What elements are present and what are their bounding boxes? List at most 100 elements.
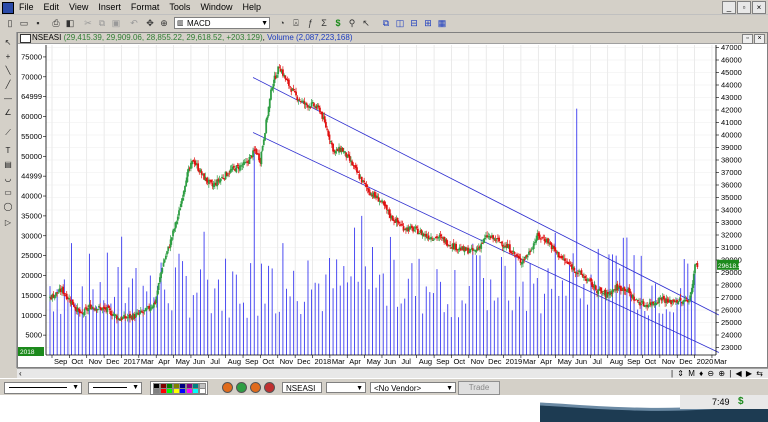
new-icon[interactable]: ▯ (4, 17, 16, 29)
volume-tick-label: 5000 (25, 331, 42, 340)
dollar-icon[interactable]: $ (332, 17, 344, 29)
pointer-tool-icon[interactable]: ↖ (3, 38, 13, 48)
undo-icon[interactable]: ↶ (128, 17, 140, 29)
color-swatch[interactable] (198, 388, 206, 394)
candle-body (594, 285, 597, 290)
menu-window[interactable]: Window (195, 0, 237, 14)
tile-vertical-icon[interactable]: ◫ (394, 17, 406, 29)
candle-body (692, 273, 695, 286)
candle-body (483, 237, 486, 239)
menu-insert[interactable]: Insert (93, 0, 126, 14)
text-tool-icon[interactable]: Τ (3, 146, 13, 156)
candle-body (624, 289, 627, 291)
help-pointer-icon[interactable]: ↖ (360, 17, 372, 29)
tile-horizontal-icon[interactable]: ⊟ (408, 17, 420, 29)
restore-icon[interactable]: ▫ (737, 1, 751, 14)
candle-body (227, 174, 229, 176)
find-icon[interactable]: ⚲ (346, 17, 358, 29)
price-tick-label: 39000 (721, 143, 742, 152)
menu-file[interactable]: File (14, 0, 39, 14)
color-palette[interactable] (150, 381, 208, 395)
line-width-select[interactable]: ▼ (88, 382, 142, 394)
indicator-select[interactable]: ▥ MACD ▼ (174, 17, 270, 29)
trendline-tool-icon[interactable]: ⟋ (3, 128, 13, 138)
candle-body (393, 220, 395, 222)
minimize-icon[interactable]: _ (722, 1, 736, 14)
chevron-down-icon: ▼ (72, 384, 79, 391)
candle-body (181, 198, 184, 201)
candle-body (635, 298, 638, 300)
zoom-icon[interactable]: ⊕ (158, 17, 170, 29)
pin-icon[interactable]: ⍓ (290, 17, 302, 29)
candle-body (364, 183, 367, 185)
crosshair-tool-icon[interactable]: + (3, 52, 13, 62)
arrow-tool-icon[interactable]: ▷ (3, 218, 13, 228)
candle-body (526, 256, 529, 258)
price-tick-label: 31000 (721, 243, 742, 252)
menu-help[interactable]: Help (237, 0, 266, 14)
symbol-value: NSEASI (286, 384, 316, 393)
open-icon[interactable]: ▭ (18, 17, 30, 29)
candle-body (512, 250, 515, 253)
ray-tool-icon[interactable]: ╱ (3, 80, 13, 90)
trade-button[interactable]: Trade (458, 381, 500, 395)
rectangle-tool-icon[interactable]: ▭ (3, 188, 13, 198)
candle-body (679, 298, 682, 301)
print-icon[interactable]: ⎙ (50, 17, 62, 29)
sigma-icon[interactable]: Σ (318, 17, 330, 29)
hline-tool-icon[interactable]: — (3, 94, 13, 104)
price-tick-label: 23000 (721, 343, 742, 352)
crosshair-icon[interactable]: ✥ (144, 17, 156, 29)
save-icon[interactable]: ▪ (32, 17, 44, 29)
print-preview-icon[interactable]: ◧ (64, 17, 76, 29)
volume-tag-label: 2018 (20, 349, 35, 356)
close-icon[interactable]: × (752, 1, 766, 14)
vendor-select[interactable]: <No Vendor> ▼ (370, 382, 456, 393)
arc-tool-icon[interactable]: ◡ (3, 174, 13, 184)
line-tool-icon[interactable]: ╲ (3, 66, 13, 76)
chart-window[interactable]: NSEASI (29,415.39, 29,909.06, 28,855.22,… (17, 32, 768, 368)
drawing-toolbar: ↖ + ╲ ╱ — ∠ ⟋ Τ ▤ ◡ ▭ ◯ ▷ (0, 32, 17, 368)
copy-icon[interactable]: ⧉ (96, 17, 108, 29)
color-circle-icon[interactable] (250, 382, 261, 393)
cascade-icon[interactable]: ▦ (436, 17, 448, 29)
candle-body (142, 312, 145, 314)
candle-body (57, 292, 60, 294)
chart-title: NSEASI (29,415.39, 29,909.06, 28,855.22,… (32, 33, 353, 42)
x-tick-label: Jul (592, 357, 602, 366)
paste-icon[interactable]: ▣ (110, 17, 122, 29)
clock-icon[interactable]: ◔ (276, 17, 288, 29)
symbol-field[interactable]: NSEASI (282, 382, 322, 393)
link-windows-icon[interactable]: ⧉ (380, 17, 392, 29)
scroll-left-icon[interactable]: ‹ (19, 369, 22, 378)
menu-format[interactable]: Format (126, 0, 165, 14)
grid-layout-icon[interactable]: ⊞ (422, 17, 434, 29)
price-tick-label: 43000 (721, 93, 742, 102)
period-select[interactable]: ▼ (326, 382, 366, 393)
candle-body (418, 232, 420, 235)
angle-tool-icon[interactable]: ∠ (3, 108, 13, 118)
price-chart[interactable]: Sep Oct Nov Dec 2017 Mar Apr May Jun Jul Aug Sep Oct… (18, 43, 767, 367)
color-circle-icon[interactable] (222, 382, 233, 393)
color-circle-icon[interactable] (264, 382, 275, 393)
ellipse-tool-icon[interactable]: ◯ (3, 202, 13, 212)
color-circle-icon[interactable] (236, 382, 247, 393)
chart-nav-icons[interactable]: | ⇕ M ♦ ⊖ ⊕ | ◀ ▶ ⇆ (671, 369, 764, 378)
candle-body (663, 295, 665, 300)
price-tick-label: 46000 (721, 56, 742, 65)
x-tick-label: May (176, 357, 190, 366)
x-tick-label: 2017 (123, 357, 140, 366)
function-icon[interactable]: ƒ (304, 17, 316, 29)
candle-body (696, 263, 699, 268)
candle-body (677, 301, 680, 305)
menu-tools[interactable]: Tools (164, 0, 195, 14)
menu-edit[interactable]: Edit (39, 0, 65, 14)
channel-tool-icon[interactable]: ▤ (3, 160, 13, 170)
x-tick-label: Oct (262, 357, 275, 366)
line-style-select[interactable]: ▼ (4, 382, 82, 394)
cut-icon[interactable]: ✂ (82, 17, 94, 29)
vendor-value: <No Vendor> (374, 384, 422, 393)
candle-body (261, 146, 264, 151)
candle-body (298, 99, 301, 101)
menu-view[interactable]: View (64, 0, 93, 14)
